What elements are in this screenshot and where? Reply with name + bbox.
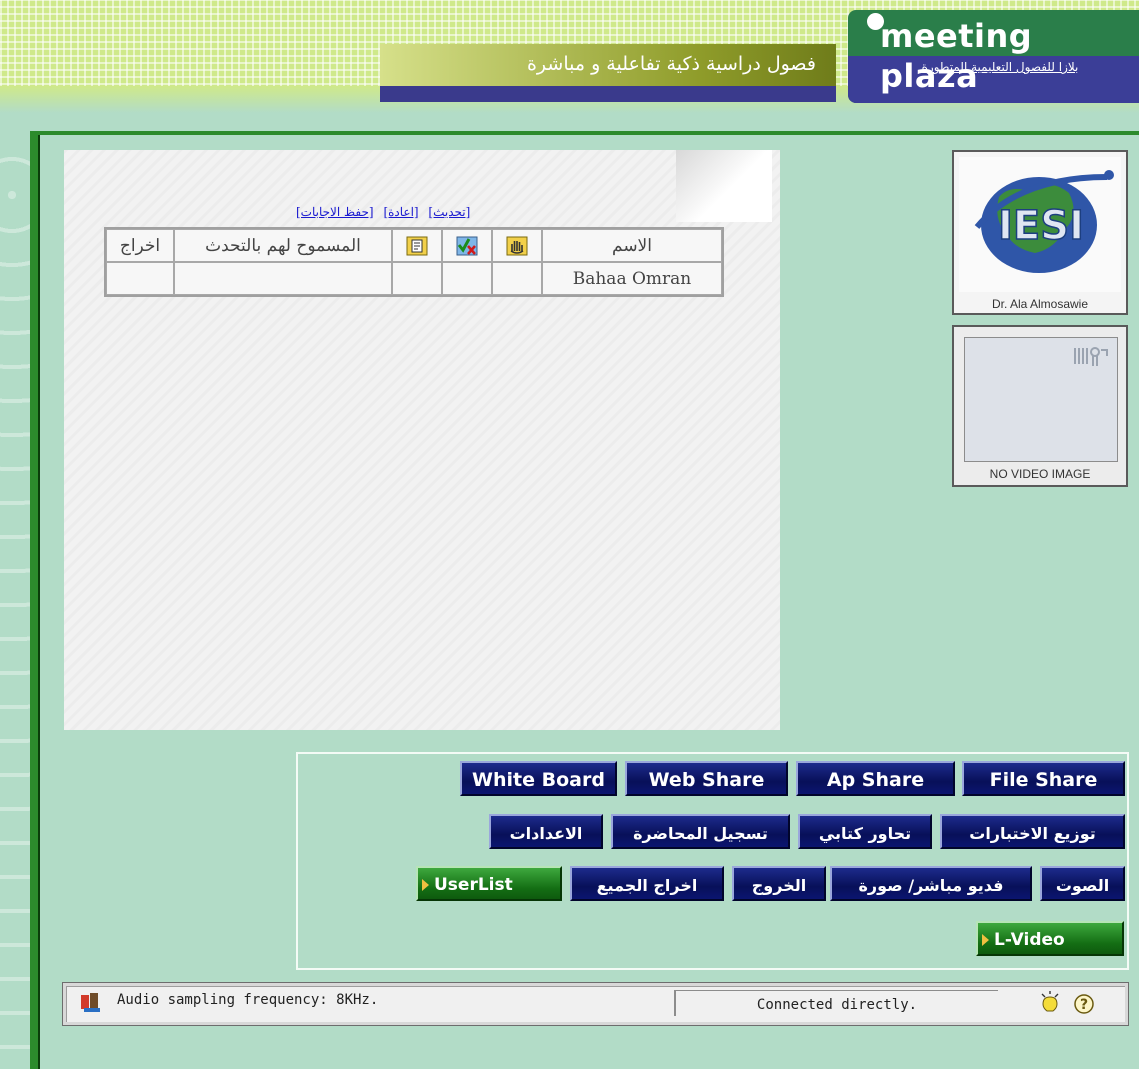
user-name-cell: Bahaa Omran — [542, 262, 722, 295]
answer-cell[interactable] — [442, 262, 492, 295]
table-row[interactable]: Bahaa Omran — [106, 262, 722, 295]
logo-subtitle: بلازا للفصول التعليمية المتطورة — [921, 60, 1079, 74]
column-header-allowed-to-speak: المسموح لهم بالتحدث — [174, 229, 392, 262]
column-header-hand — [492, 229, 542, 262]
refresh-link[interactable]: [تحديث] — [428, 205, 470, 219]
no-video-thumbnail[interactable]: NO VIDEO IMAGE — [952, 325, 1128, 487]
document-cell[interactable] — [392, 262, 442, 295]
audio-status-text: Audio sampling frequency: 8KHz. — [117, 992, 379, 1008]
logo-text: meeting plaza — [880, 17, 1033, 95]
file-share-button[interactable]: File Share — [962, 761, 1125, 796]
presenter-video[interactable]: IESI Dr. Ala Almosawie — [952, 150, 1128, 315]
slogan-text: فصول دراسية ذكية تفاعلية و مباشرة — [380, 44, 836, 86]
column-header-answer — [442, 229, 492, 262]
userlist-table: الاسم المسموح لهم بالتحدث اخراج Bahaa Om… — [104, 227, 724, 297]
column-header-kick: اخراج — [106, 229, 174, 262]
allowed-to-speak-cell[interactable] — [174, 262, 392, 295]
frame-left-border — [30, 131, 38, 1069]
no-video-label: NO VIDEO IMAGE — [989, 467, 1091, 481]
live-video-photo-button[interactable]: فديو مباشر/ صورة — [830, 866, 1032, 901]
column-header-document — [392, 229, 442, 262]
left-decoration — [0, 135, 30, 1069]
iesi-logo-icon: IESI — [974, 170, 1114, 273]
record-lecture-button[interactable]: تسجيل المحاضرة — [611, 814, 790, 849]
hand-cell[interactable] — [492, 262, 542, 295]
presenter-name-label: Dr. Ala Almosawie — [991, 297, 1089, 311]
web-share-button[interactable]: Web Share — [625, 761, 788, 796]
userlist-button[interactable]: UserList — [416, 866, 562, 901]
reset-link[interactable]: [اعادة] — [383, 205, 418, 219]
document-icon — [406, 236, 428, 256]
check-cross-icon — [456, 236, 478, 256]
settings-button[interactable]: الاعدادات — [489, 814, 603, 849]
kick-all-button[interactable]: اخراج الجميع — [570, 866, 724, 901]
save-answers-link[interactable]: [حفظ الاجابات] — [296, 205, 374, 219]
table-header-row: الاسم المسموح لهم بالتحدث اخراج — [106, 229, 722, 262]
distribute-quiz-button[interactable]: توزيع الاختبارات — [940, 814, 1125, 849]
exit-button[interactable]: الخروج — [732, 866, 826, 901]
white-board-button[interactable]: White Board — [460, 761, 617, 796]
audio-button[interactable]: الصوت — [1040, 866, 1125, 901]
column-header-name: الاسم — [542, 229, 722, 262]
ap-share-button[interactable]: Ap Share — [796, 761, 955, 796]
frame-top-border — [32, 131, 1139, 135]
no-video-image — [964, 337, 1118, 462]
text-chat-button[interactable]: تحاور كتابي — [798, 814, 932, 849]
raise-hand-icon — [506, 236, 528, 256]
panel-page-curl — [676, 150, 772, 222]
no-video-icon — [1074, 347, 1108, 366]
l-video-button[interactable]: L-Video — [976, 921, 1124, 956]
iesi-logo-text: IESI — [998, 203, 1084, 249]
connection-status: Connected directly. — [674, 990, 998, 1016]
presenter-logo-image: IESI — [959, 157, 1121, 292]
help-glyph: ? — [1080, 997, 1088, 1013]
lightbulb-icon[interactable] — [1038, 991, 1062, 1017]
userlist-links: [تحديث] [اعادة] [حفظ الاجابات] — [290, 205, 470, 219]
kick-cell[interactable] — [106, 262, 174, 295]
help-icon[interactable]: ? — [1072, 992, 1096, 1016]
audio-status-icon — [81, 993, 100, 1012]
frame-left-shadow — [38, 135, 40, 1069]
